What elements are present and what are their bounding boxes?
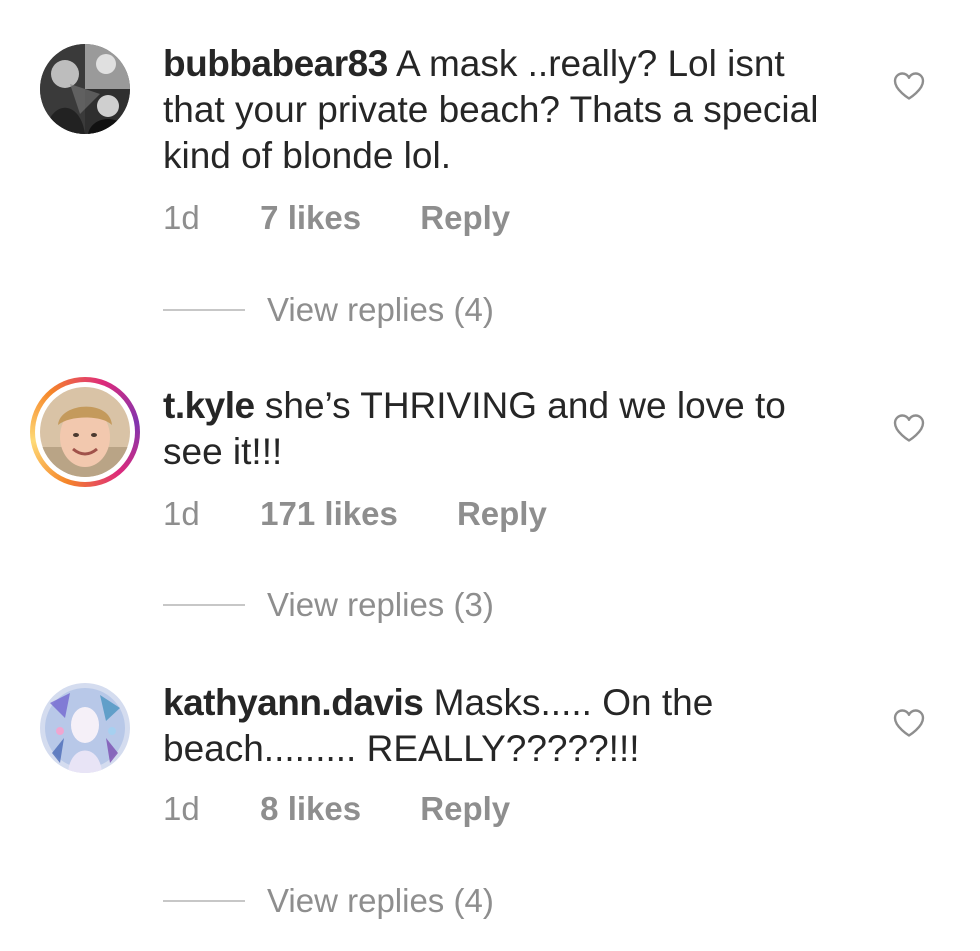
comment-item: bubbabear83 A mask ..really? Lol isnt th… [0, 0, 980, 340]
comment-timestamp: 1d [163, 199, 200, 236]
story-ring[interactable] [30, 377, 140, 487]
comment-username[interactable]: bubbabear83 [163, 43, 388, 84]
reply-button[interactable]: Reply [420, 199, 510, 237]
comment-username[interactable]: kathyann.davis [163, 682, 424, 723]
avatar[interactable] [40, 387, 130, 477]
comment-meta: 1d 171 likes Reply [163, 495, 547, 533]
comment-text-block: bubbabear83 A mask ..really? Lol isnt th… [163, 41, 843, 179]
comment-likes-count[interactable]: 8 likes [260, 790, 361, 828]
avatar[interactable] [40, 683, 130, 773]
comment-timestamp: 1d [163, 495, 200, 532]
comment-item: t.kyle she’s THRIVING and we love to see… [0, 340, 980, 640]
comment-meta: 1d 7 likes Reply [163, 199, 510, 237]
heart-icon[interactable] [893, 413, 925, 443]
comment-text-block: kathyann.davis Masks..... On the beach..… [163, 680, 843, 772]
heart-icon[interactable] [893, 708, 925, 738]
avatar[interactable] [40, 44, 130, 134]
comment-likes-count[interactable]: 7 likes [260, 199, 361, 237]
heart-icon[interactable] [893, 71, 925, 101]
divider-line [163, 900, 245, 903]
view-replies-label: View replies (3) [267, 586, 494, 623]
comment-meta: 1d 8 likes Reply [163, 790, 510, 828]
comment-username[interactable]: t.kyle [163, 385, 255, 426]
view-replies-button[interactable]: View replies (3) [163, 586, 494, 624]
view-replies-label: View replies (4) [267, 882, 494, 919]
reply-button[interactable]: Reply [457, 495, 547, 533]
divider-line [163, 309, 245, 312]
view-replies-button[interactable]: View replies (4) [163, 882, 494, 920]
view-replies-button[interactable]: View replies (4) [163, 291, 494, 329]
reply-button[interactable]: Reply [420, 790, 510, 828]
view-replies-label: View replies (4) [267, 291, 494, 328]
comment-likes-count[interactable]: 171 likes [260, 495, 398, 533]
divider-line [163, 604, 245, 607]
comment-text-block: t.kyle she’s THRIVING and we love to see… [163, 383, 843, 475]
comment-timestamp: 1d [163, 790, 200, 827]
comment-body: she’s THRIVING and we love to see it!!! [163, 385, 786, 472]
comment-item: kathyann.davis Masks..... On the beach..… [0, 640, 980, 951]
